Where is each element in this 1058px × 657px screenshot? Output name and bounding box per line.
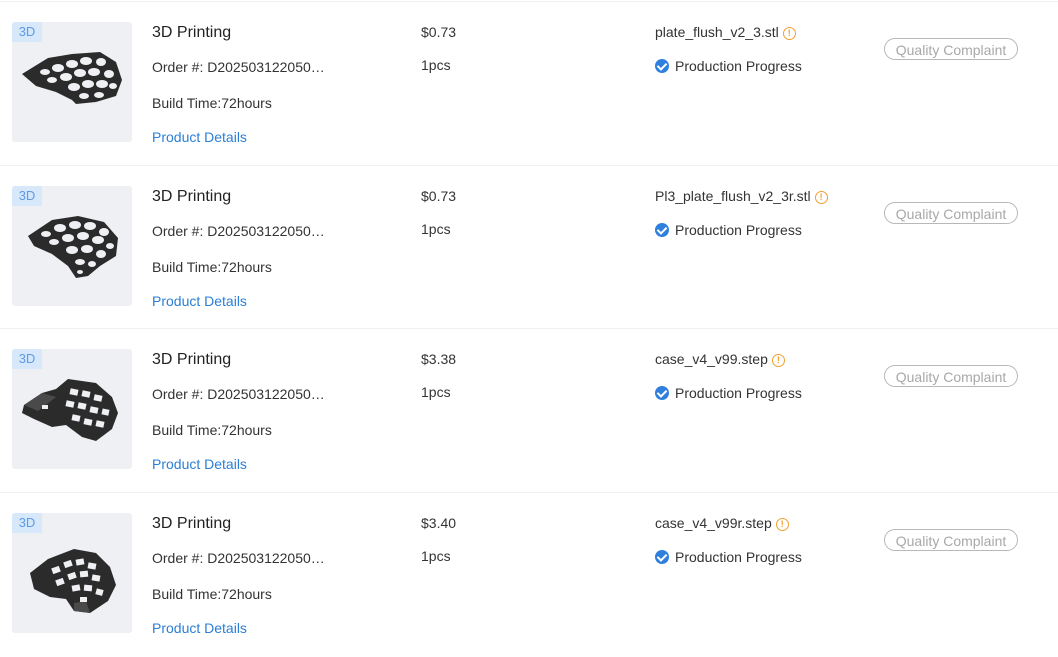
build-time: Build Time:72hours — [152, 586, 272, 602]
quantity: 1pcs — [421, 221, 451, 237]
quantity: 1pcs — [421, 384, 451, 400]
production-progress[interactable]: Production Progress — [655, 549, 802, 565]
product-details-link[interactable]: Product Details — [152, 293, 247, 309]
file-name-text: plate_flush_v2_3.stl — [655, 24, 779, 40]
warning-circle-icon[interactable]: ! — [814, 191, 828, 204]
production-progress-label: Production Progress — [675, 549, 802, 565]
file-name-text: case_v4_v99r.step — [655, 515, 772, 531]
3d-tag: 3D — [12, 513, 42, 533]
price: $3.40 — [421, 515, 457, 531]
production-progress-label: Production Progress — [675, 385, 802, 401]
product-thumbnail[interactable]: 3D — [12, 349, 132, 469]
build-time: Build Time:72hours — [152, 259, 272, 275]
quantity: 1pcs — [421, 548, 451, 564]
warning-circle-icon[interactable]: ! — [782, 27, 796, 40]
file-name: case_v4_v99.step! — [655, 351, 785, 367]
quantity: 1pcs — [421, 57, 451, 73]
file-name-text: Pl3_plate_flush_v2_3r.stl — [655, 188, 811, 204]
product-details-link[interactable]: Product Details — [152, 129, 247, 145]
file-name-text: case_v4_v99.step — [655, 351, 768, 367]
file-name: Pl3_plate_flush_v2_3r.stl! — [655, 188, 828, 204]
3d-tag: 3D — [12, 186, 42, 206]
check-circle-icon — [655, 550, 669, 564]
product-title: 3D Printing — [152, 24, 232, 41]
quality-complaint-button[interactable]: Quality Complaint — [884, 38, 1018, 60]
product-details-link[interactable]: Product Details — [152, 620, 247, 636]
build-time: Build Time:72hours — [152, 95, 272, 111]
order-list: 3D 3D Printing Order #: D202503122050… B… — [0, 0, 1058, 649]
production-progress-label: Production Progress — [675, 58, 802, 74]
order-row: 3D 3D Printing Order #: D202503122050… B… — [0, 1, 1058, 166]
order-row: 3D 3D Printing Order #: D202503122050… B… — [0, 328, 1058, 493]
product-thumbnail[interactable]: 3D — [12, 22, 132, 142]
3d-tag: 3D — [12, 22, 42, 42]
order-number: Order #: D202503122050… — [152, 223, 325, 239]
product-details-link[interactable]: Product Details — [152, 456, 247, 472]
quality-complaint-button[interactable]: Quality Complaint — [884, 529, 1018, 551]
production-progress[interactable]: Production Progress — [655, 222, 802, 238]
production-progress[interactable]: Production Progress — [655, 58, 802, 74]
price: $3.38 — [421, 351, 457, 367]
order-row: 3D 3D Printing Order #: D202503122050… B… — [0, 165, 1058, 330]
check-circle-icon — [655, 59, 669, 73]
quality-complaint-button[interactable]: Quality Complaint — [884, 365, 1018, 387]
file-name: plate_flush_v2_3.stl! — [655, 24, 796, 40]
build-time: Build Time:72hours — [152, 422, 272, 438]
warning-circle-icon[interactable]: ! — [775, 518, 789, 531]
product-title: 3D Printing — [152, 515, 232, 532]
production-progress-label: Production Progress — [675, 222, 802, 238]
order-number: Order #: D202503122050… — [152, 59, 325, 75]
production-progress[interactable]: Production Progress — [655, 385, 802, 401]
quality-complaint-button[interactable]: Quality Complaint — [884, 202, 1018, 224]
product-thumbnail[interactable]: 3D — [12, 513, 132, 633]
check-circle-icon — [655, 223, 669, 237]
file-name: case_v4_v99r.step! — [655, 515, 789, 531]
price: $0.73 — [421, 24, 457, 40]
order-number: Order #: D202503122050… — [152, 550, 325, 566]
warning-circle-icon[interactable]: ! — [771, 354, 785, 367]
3d-tag: 3D — [12, 349, 42, 369]
check-circle-icon — [655, 386, 669, 400]
product-title: 3D Printing — [152, 188, 232, 205]
order-row: 3D 3D Printing Order #: D202503122050… B… — [0, 492, 1058, 657]
order-number: Order #: D202503122050… — [152, 386, 325, 402]
product-title: 3D Printing — [152, 351, 232, 368]
price: $0.73 — [421, 188, 457, 204]
product-thumbnail[interactable]: 3D — [12, 186, 132, 306]
